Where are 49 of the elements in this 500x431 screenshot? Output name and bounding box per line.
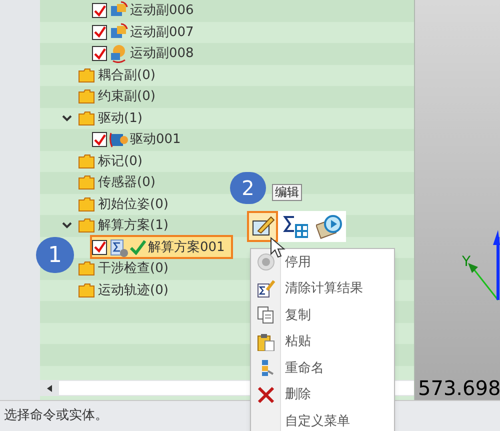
chevron-down-icon[interactable] (62, 114, 72, 122)
folder-icon (78, 154, 95, 169)
checkbox[interactable] (92, 24, 107, 40)
checkbox[interactable] (92, 240, 107, 255)
copy-icon (257, 306, 275, 324)
menu-item[interactable]: 删除 (251, 382, 394, 408)
motor-icon (109, 130, 128, 150)
menu-item[interactable]: 重命名 (251, 355, 394, 382)
disabled-circle-icon (257, 253, 275, 272)
tree-item[interactable]: 运动副007 (92, 22, 200, 42)
tooltip: 编辑 (272, 184, 302, 201)
menu-item[interactable]: 复制 (251, 302, 394, 328)
scroll-left-icon[interactable] (47, 384, 52, 392)
menu-item[interactable]: 清除计算结果 (251, 276, 394, 302)
calculator-icon (282, 214, 308, 240)
clipboard-icon (257, 332, 275, 351)
folder-icon (78, 175, 95, 190)
sigma-brush-icon (257, 280, 275, 298)
tree-folder[interactable]: 约束副(0) (78, 87, 156, 106)
folder-icon (78, 89, 95, 104)
menu-item[interactable]: 自定义菜单 (251, 408, 394, 431)
checkbox[interactable] (92, 46, 107, 62)
check-icon (130, 239, 146, 256)
folder-icon (78, 68, 95, 83)
measurement-text: 573.698 (418, 378, 500, 398)
menu-item[interactable]: 粘贴 (251, 328, 394, 355)
chevron-down-icon[interactable] (62, 222, 72, 230)
menu-item[interactable]: 停用 (251, 249, 394, 276)
tree-folder[interactable]: 初始位姿(0) (78, 194, 168, 214)
folder-icon (78, 261, 95, 276)
folder-icon (78, 196, 95, 212)
edit-button[interactable] (247, 211, 278, 242)
tree-folder[interactable]: 运动轨迹(0) (78, 280, 168, 300)
sigma-gear-icon (109, 238, 128, 257)
status-text: 选择命令或实体。 (4, 407, 108, 426)
tree-item[interactable]: 解算方案001 (92, 237, 231, 258)
checkbox[interactable] (92, 132, 107, 148)
axis-label: Y (462, 255, 471, 269)
tree-folder[interactable]: 传感器(0) (78, 173, 156, 192)
folder-icon (78, 218, 95, 234)
folder-icon (78, 110, 95, 126)
checkbox[interactable] (92, 3, 107, 18)
tree-folder[interactable]: 耦合副(0) (78, 66, 156, 85)
folder-icon (78, 282, 95, 298)
film-play-icon (316, 214, 342, 240)
joint-icon (109, 44, 128, 64)
tree-folder[interactable]: 标记(0) (78, 152, 142, 171)
delete-x-icon (257, 386, 275, 404)
tree-folder[interactable]: 驱动(1) (78, 108, 142, 128)
